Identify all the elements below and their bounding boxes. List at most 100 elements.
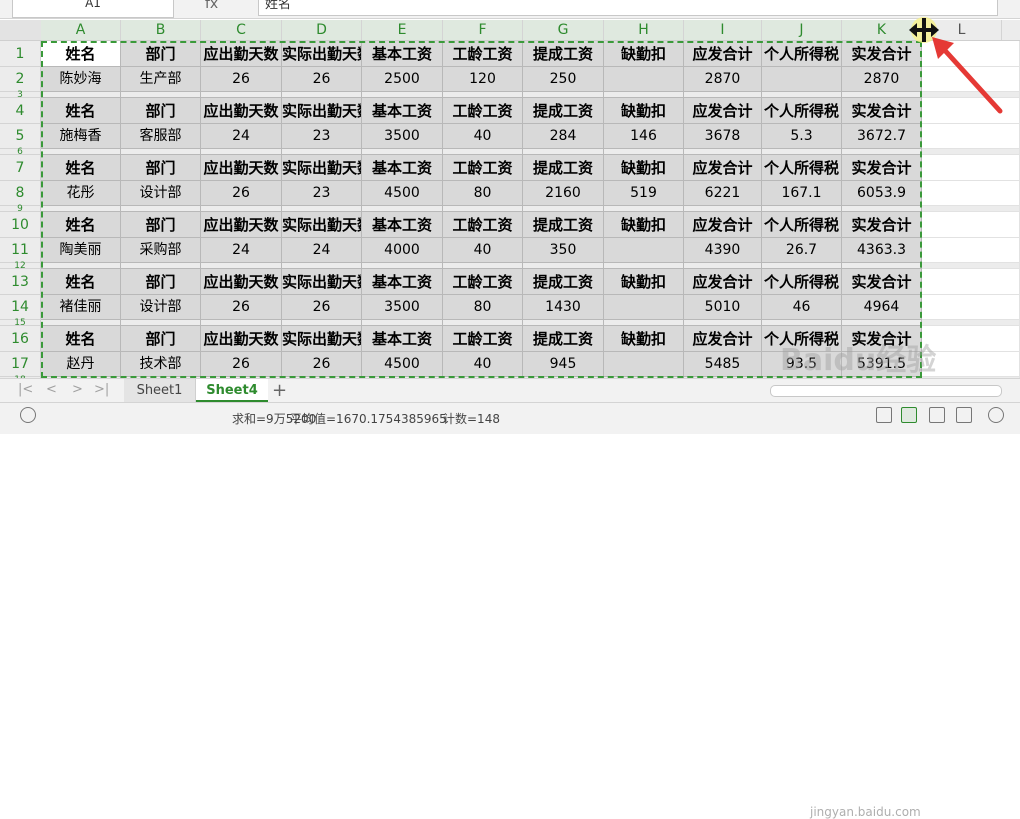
data-cell[interactable]: 施梅香 [41, 124, 121, 149]
data-cell[interactable]: 6221 [684, 181, 762, 206]
header-cell[interactable]: 应出勤天数 [201, 269, 282, 295]
data-cell[interactable]: 24 [201, 124, 282, 149]
data-cell[interactable]: 花彤 [41, 181, 121, 206]
row-number[interactable]: 16 [0, 326, 41, 352]
header-cell[interactable]: 应出勤天数 [201, 212, 282, 238]
fx-icon[interactable]: fx [205, 0, 218, 12]
data-cell[interactable]: 6053.9 [842, 181, 922, 206]
header-cell[interactable]: 实际出勤天数 [282, 155, 362, 181]
data-cell[interactable]: 2500 [362, 67, 443, 92]
header-cell[interactable]: 缺勤扣 [604, 326, 684, 352]
data-cell[interactable]: 5.3 [762, 124, 842, 149]
data-cell[interactable]: 3500 [362, 295, 443, 320]
data-cell[interactable]: 陈妙海 [41, 67, 121, 92]
data-cell[interactable]: 350 [523, 238, 604, 263]
fullscreen-icon[interactable] [876, 407, 892, 423]
empty-cell[interactable] [922, 124, 1020, 149]
formula-input[interactable]: 姓名 [258, 0, 998, 16]
data-cell[interactable]: 146 [604, 124, 684, 149]
header-cell[interactable]: 工龄工资 [443, 269, 523, 295]
header-cell[interactable]: 部门 [121, 269, 201, 295]
eye-protection-icon[interactable] [988, 407, 1004, 423]
empty-cell[interactable] [922, 326, 1020, 352]
data-cell[interactable]: 赵丹 [41, 352, 121, 377]
empty-cell[interactable] [922, 212, 1020, 238]
data-cell[interactable]: 生产部 [121, 67, 201, 92]
row-number[interactable]: 17 [0, 352, 41, 377]
column-header-b[interactable]: B [121, 20, 201, 40]
header-cell[interactable]: 实际出勤天数 [282, 212, 362, 238]
column-header-h[interactable]: H [604, 20, 684, 40]
data-cell[interactable]: 3678 [684, 124, 762, 149]
sheet-grid[interactable]: 1姓名部门应出勤天数实际出勤天数基本工资工龄工资提成工资缺勤扣应发合计个人所得税… [0, 41, 1020, 378]
header-cell[interactable]: 姓名 [41, 41, 121, 67]
data-cell[interactable]: 4964 [842, 295, 922, 320]
prev-sheet-icon[interactable]: < [46, 382, 57, 397]
row-number[interactable]: 14 [0, 295, 41, 320]
data-cell[interactable] [762, 67, 842, 92]
header-cell[interactable]: 部门 [121, 326, 201, 352]
header-cell[interactable]: 实发合计 [842, 269, 922, 295]
header-cell[interactable]: 应出勤天数 [201, 326, 282, 352]
data-cell[interactable]: 80 [443, 295, 523, 320]
data-cell[interactable]: 4363.3 [842, 238, 922, 263]
header-cell[interactable]: 提成工资 [523, 269, 604, 295]
header-cell[interactable]: 实际出勤天数 [282, 326, 362, 352]
header-cell[interactable]: 应出勤天数 [201, 98, 282, 124]
data-cell[interactable]: 26 [282, 67, 362, 92]
header-cell[interactable]: 部门 [121, 98, 201, 124]
data-cell[interactable]: 3500 [362, 124, 443, 149]
data-cell[interactable]: 23 [282, 124, 362, 149]
column-header-d[interactable]: D [282, 20, 362, 40]
data-cell[interactable]: 120 [443, 67, 523, 92]
empty-cell[interactable] [922, 269, 1020, 295]
data-cell[interactable]: 40 [443, 124, 523, 149]
header-cell[interactable]: 应发合计 [684, 269, 762, 295]
select-all-corner[interactable] [0, 20, 42, 40]
header-cell[interactable]: 应发合计 [684, 98, 762, 124]
first-sheet-icon[interactable]: |< [18, 382, 33, 397]
data-cell[interactable]: 26 [282, 295, 362, 320]
data-cell[interactable]: 167.1 [762, 181, 842, 206]
data-cell[interactable]: 4500 [362, 181, 443, 206]
column-header-i[interactable]: I [684, 20, 762, 40]
data-cell[interactable]: 26 [201, 67, 282, 92]
header-cell[interactable]: 实际出勤天数 [282, 98, 362, 124]
data-cell[interactable]: 1430 [523, 295, 604, 320]
empty-cell[interactable] [922, 352, 1020, 377]
horizontal-scrollbar[interactable] [770, 385, 1002, 397]
header-cell[interactable]: 应发合计 [684, 41, 762, 67]
empty-cell[interactable] [922, 155, 1020, 181]
data-cell[interactable]: 945 [523, 352, 604, 377]
row-number[interactable]: 13 [0, 269, 41, 295]
header-cell[interactable]: 实发合计 [842, 98, 922, 124]
header-cell[interactable]: 姓名 [41, 269, 121, 295]
next-sheet-icon[interactable]: > [72, 382, 83, 397]
data-cell[interactable]: 4390 [684, 238, 762, 263]
data-cell[interactable]: 2870 [684, 67, 762, 92]
data-cell[interactable]: 3672.7 [842, 124, 922, 149]
header-cell[interactable]: 姓名 [41, 326, 121, 352]
header-cell[interactable]: 部门 [121, 41, 201, 67]
data-cell[interactable]: 技术部 [121, 352, 201, 377]
header-cell[interactable]: 缺勤扣 [604, 269, 684, 295]
data-cell[interactable]: 40 [443, 238, 523, 263]
header-cell[interactable]: 部门 [121, 212, 201, 238]
header-cell[interactable]: 提成工资 [523, 155, 604, 181]
header-cell[interactable]: 实发合计 [842, 155, 922, 181]
data-cell[interactable]: 采购部 [121, 238, 201, 263]
data-cell[interactable]: 4500 [362, 352, 443, 377]
data-cell[interactable]: 4000 [362, 238, 443, 263]
header-cell[interactable]: 基本工资 [362, 41, 443, 67]
column-header-j[interactable]: J [762, 20, 842, 40]
header-cell[interactable]: 工龄工资 [443, 326, 523, 352]
row-number[interactable]: 1 [0, 41, 41, 67]
column-header-e[interactable]: E [362, 20, 443, 40]
row-number[interactable]: 11 [0, 238, 41, 263]
header-cell[interactable]: 缺勤扣 [604, 41, 684, 67]
header-cell[interactable]: 基本工资 [362, 155, 443, 181]
data-cell[interactable]: 250 [523, 67, 604, 92]
row-number[interactable]: 4 [0, 98, 41, 124]
column-header-a[interactable]: A [41, 20, 121, 40]
header-cell[interactable]: 个人所得税 [762, 269, 842, 295]
